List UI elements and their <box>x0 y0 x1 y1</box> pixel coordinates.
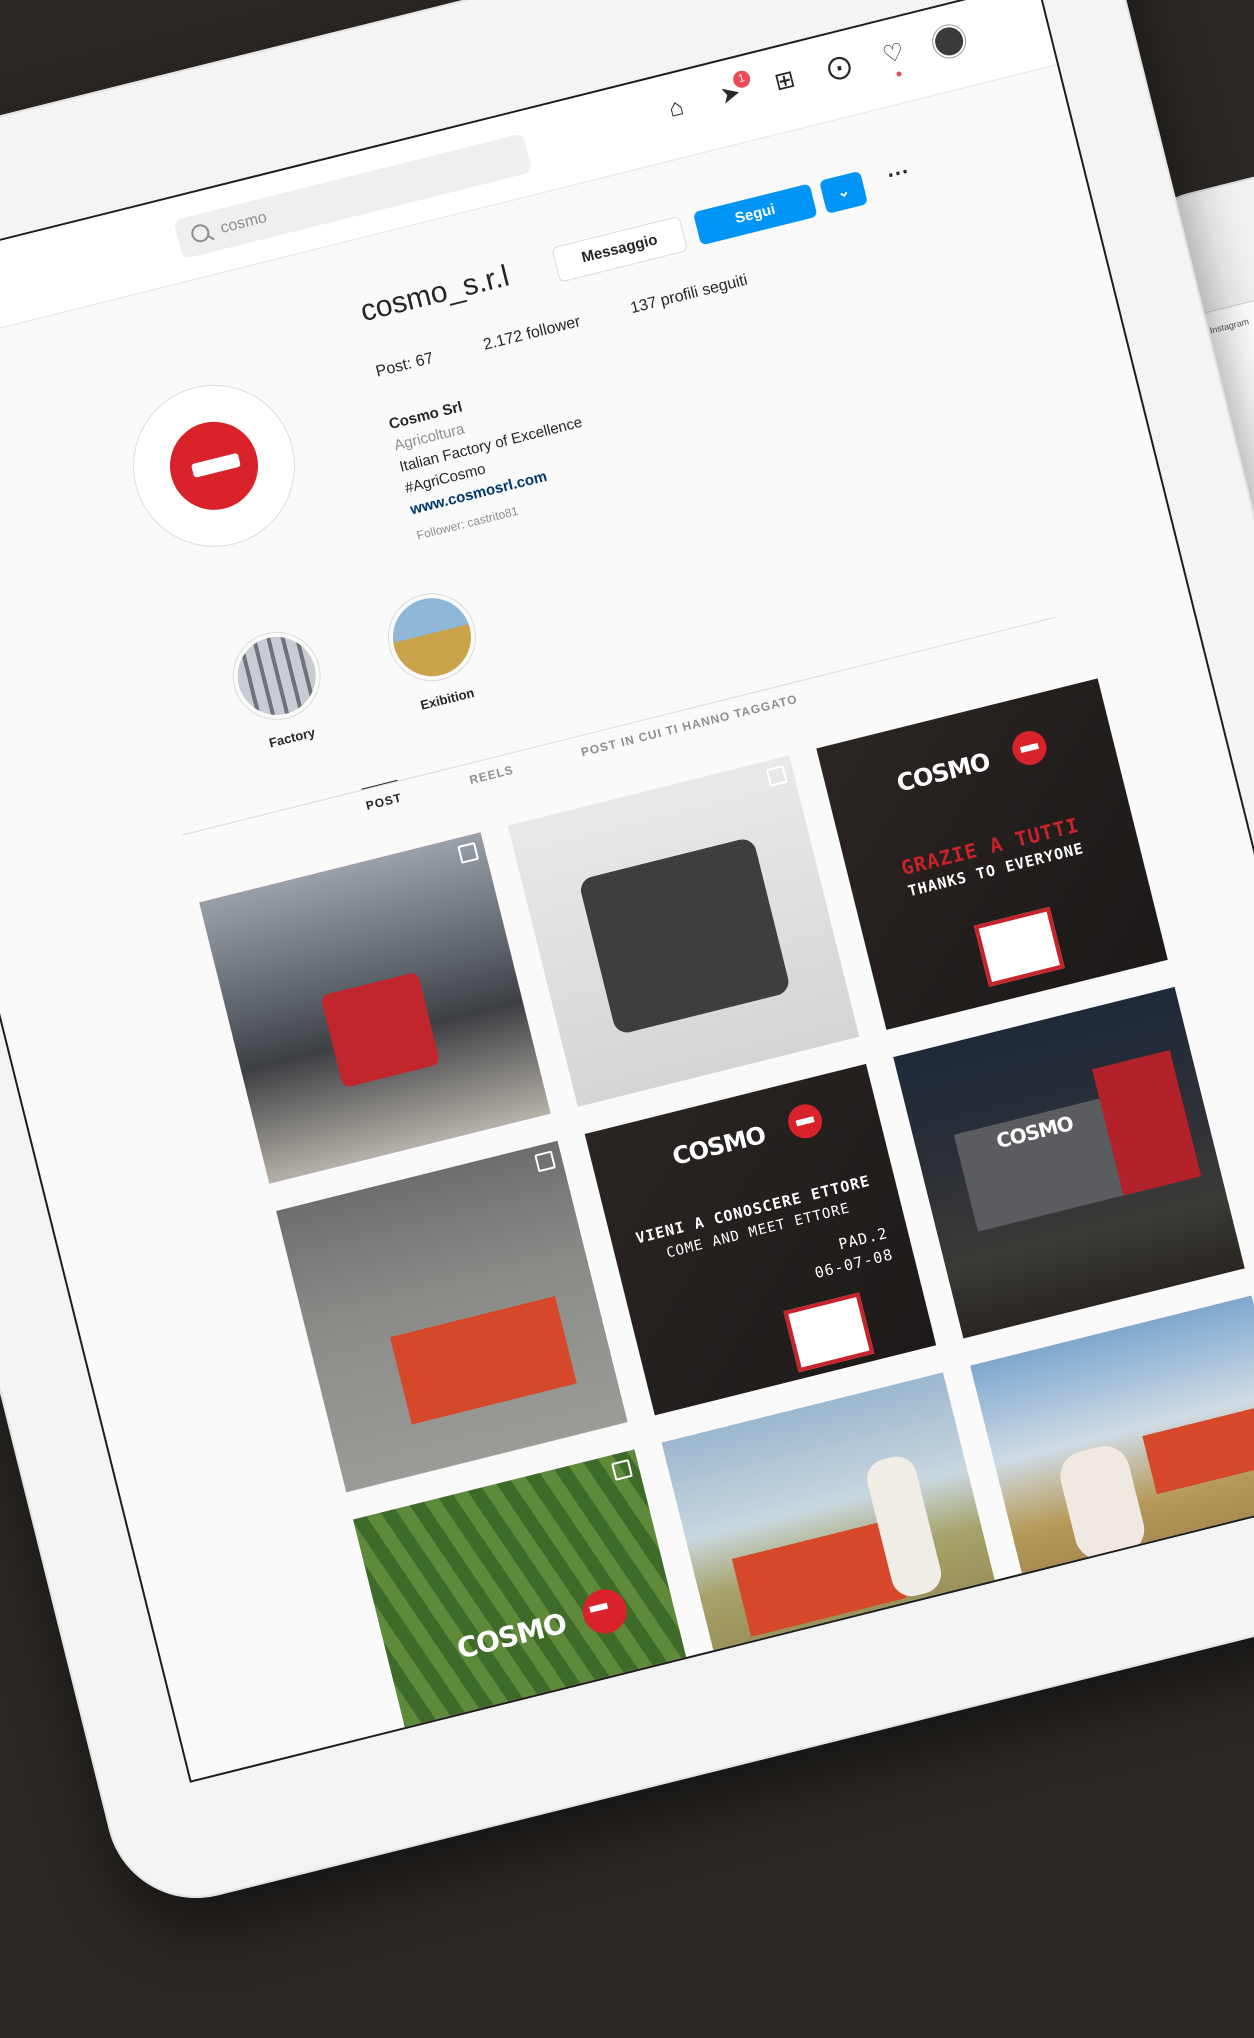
highlight-label: Exibition <box>418 684 476 713</box>
post-tile[interactable] <box>970 1295 1254 1648</box>
post-tile[interactable]: COSMO <box>353 1449 705 1783</box>
profile-avatar-large[interactable] <box>117 368 311 563</box>
search-input[interactable]: cosmo <box>173 133 533 260</box>
carousel-icon <box>534 1150 557 1173</box>
post-brand: COSMO <box>669 1120 769 1171</box>
cosmo-logo-icon <box>578 1584 632 1639</box>
profile-avatar[interactable] <box>929 21 969 61</box>
profile-username: cosmo_s.r.l <box>357 259 513 329</box>
reel-icon <box>611 1459 633 1481</box>
person-image <box>1054 1440 1150 1565</box>
story-highlights: Factory Exibition <box>218 582 498 756</box>
profile-bio: Cosmo Srl Agricoltura Italian Factory of… <box>387 369 602 546</box>
post-tile[interactable]: COSMO <box>893 986 1245 1339</box>
tab-tagged[interactable]: POST IN CUI TI HANNO TAGGATO <box>580 692 799 759</box>
post-tile[interactable] <box>661 1372 1014 1724</box>
following-count[interactable]: 137 profili seguiti <box>629 272 750 319</box>
message-button[interactable]: Messaggio <box>551 215 689 283</box>
utility-vehicle-image <box>578 836 792 1036</box>
highlight-exibition[interactable]: Exibition <box>373 582 498 718</box>
posts-count: Post: 67 <box>374 349 436 381</box>
event-logo-icon <box>973 906 1065 987</box>
posts-grid: COSMO GRAZIE A TUTTI THANKS TO EVERYONE … <box>199 678 1254 1783</box>
highlight-label: Factory <box>267 724 317 751</box>
factory-thumbnail <box>229 628 324 724</box>
instagram-screen: cosmo ⌂ ➤ 1 ⊞ ⨀ ♡ cosmo_s.r.l Messaggio S… <box>0 0 1254 1783</box>
search-icon <box>189 222 212 245</box>
search-query: cosmo <box>218 209 269 237</box>
tractor-image <box>320 971 441 1089</box>
highlight-factory[interactable]: Factory <box>218 621 343 757</box>
post-tile[interactable]: COSMO GRAZIE A TUTTI THANKS TO EVERYONE <box>816 678 1168 1030</box>
cosmo-logo-icon <box>160 412 268 520</box>
post-brand: COSMO <box>893 747 993 798</box>
followers-count[interactable]: 2.172 follower <box>482 313 583 355</box>
follow-button[interactable]: Segui <box>692 183 818 246</box>
direct-badge: 1 <box>731 68 752 90</box>
post-tile[interactable] <box>507 755 860 1107</box>
event-logo-icon <box>783 1292 875 1373</box>
direct-icon[interactable]: ➤ 1 <box>712 68 752 113</box>
activity-dot <box>896 70 903 78</box>
machinery-image <box>1142 1404 1254 1495</box>
post-tile[interactable]: COSMO VIENI A CONOSCERE ETTORE COME AND … <box>584 1063 937 1416</box>
machinery-image <box>390 1296 577 1425</box>
post-tile[interactable] <box>199 832 551 1184</box>
explore-icon[interactable]: ⨀ <box>821 50 857 86</box>
exibition-thumbnail <box>384 589 480 685</box>
carousel-icon <box>765 765 788 787</box>
post-tile[interactable] <box>276 1140 628 1493</box>
cosmo-logo-icon <box>1008 727 1051 769</box>
post-brand: COSMO <box>453 1606 570 1666</box>
nav-icons: ⌂ ➤ 1 ⊞ ⨀ ♡ <box>658 21 969 126</box>
home-icon[interactable]: ⌂ <box>658 90 694 126</box>
new-post-icon[interactable]: ⊞ <box>767 63 803 99</box>
tab-post[interactable]: POST <box>361 779 404 813</box>
cosmo-logo-icon <box>784 1100 826 1142</box>
carousel-icon <box>457 841 480 864</box>
activity-icon[interactable]: ♡ <box>875 36 911 78</box>
suggested-dropdown-button[interactable]: ⌄ <box>819 170 869 214</box>
tab-reels[interactable]: REELS <box>468 763 515 787</box>
more-options-button[interactable]: ··· <box>881 158 918 198</box>
tablet-device: cosmo ⌂ ➤ 1 ⊞ ⨀ ♡ cosmo_s.r.l Messaggio S… <box>0 0 1254 1918</box>
